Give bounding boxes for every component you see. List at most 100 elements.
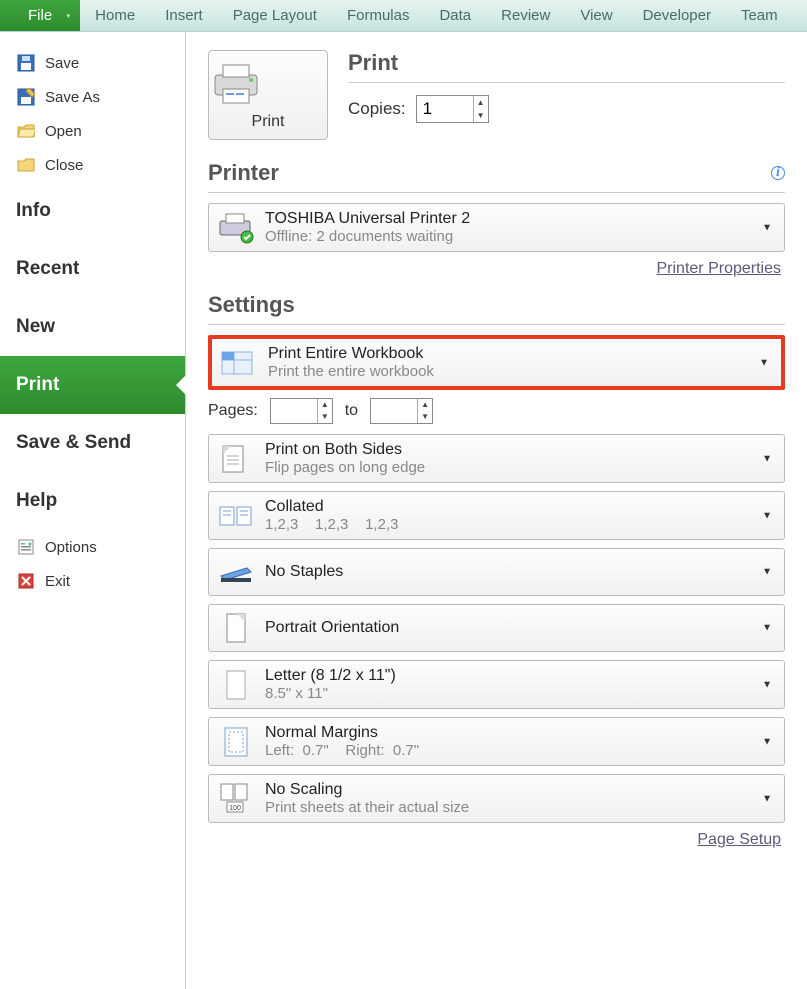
sidebar-print[interactable]: Print <box>0 356 185 414</box>
chevron-down-icon: ▼ <box>762 222 772 233</box>
save-as-icon <box>16 87 36 107</box>
pages-from-spinner[interactable]: ▲▼ <box>270 398 333 424</box>
print-header-row: Print Print Copies: ▲ ▼ <box>208 50 785 140</box>
page-setup-link[interactable]: Page Setup <box>697 831 781 848</box>
chevron-down-icon: ▼ <box>759 357 769 368</box>
sidebar-label: Close <box>45 157 83 174</box>
pages-to-input[interactable] <box>371 399 417 421</box>
printer-icon <box>209 61 327 107</box>
stapler-icon <box>217 555 255 589</box>
collate-sub: 1,2,3 1,2,3 1,2,3 <box>265 516 398 533</box>
print-button[interactable]: Print <box>208 50 328 140</box>
folder-open-icon <box>16 121 36 141</box>
tab-home[interactable]: Home <box>80 0 150 31</box>
content-pane: Print Print Copies: ▲ ▼ Printer <box>186 32 807 989</box>
duplex-icon <box>217 442 255 476</box>
settings-sides-dropdown[interactable]: Print on Both Sides Flip pages on long e… <box>208 434 785 483</box>
paper-size-icon <box>217 668 255 702</box>
sidebar-label: Open <box>45 123 82 140</box>
printer-heading: Printer i <box>208 160 785 193</box>
printer-device-icon <box>217 211 255 245</box>
tab-data[interactable]: Data <box>424 0 486 31</box>
sidebar-label: Save As <box>45 89 100 106</box>
sidebar-help[interactable]: Help <box>0 472 185 530</box>
workbook-icon <box>220 346 258 380</box>
sidebar-options[interactable]: Options <box>0 530 185 564</box>
tab-formulas[interactable]: Formulas <box>332 0 425 31</box>
printer-name: TOSHIBA Universal Printer 2 <box>265 210 470 228</box>
tab-view[interactable]: View <box>565 0 627 31</box>
print-button-label: Print <box>209 113 327 131</box>
tab-insert[interactable]: Insert <box>150 0 218 31</box>
ribbon: File Home Insert Page Layout Formulas Da… <box>0 0 807 32</box>
save-icon <box>16 53 36 73</box>
collate-title: Collated <box>265 498 398 516</box>
settings-print-what-dropdown[interactable]: Print Entire Workbook Print the entire w… <box>208 335 785 390</box>
pages-to-label: to <box>345 402 358 420</box>
printer-status: Offline: 2 documents waiting <box>265 228 470 245</box>
printer-properties-link[interactable]: Printer Properties <box>657 260 782 277</box>
staples-title: No Staples <box>265 563 343 581</box>
svg-text:100: 100 <box>229 805 241 812</box>
settings-orientation-dropdown[interactable]: Portrait Orientation ▼ <box>208 604 785 652</box>
spinner-down-icon[interactable]: ▼ <box>318 411 332 423</box>
tab-team[interactable]: Team <box>726 0 793 31</box>
print-what-title: Print Entire Workbook <box>268 345 434 363</box>
spinner-up-icon[interactable]: ▲ <box>318 399 332 411</box>
pages-from-input[interactable] <box>271 399 317 421</box>
sidebar-save[interactable]: Save <box>0 46 185 80</box>
sidebar-close[interactable]: Close <box>0 148 185 182</box>
file-tab[interactable]: File <box>0 0 80 31</box>
info-icon[interactable]: i <box>771 166 785 180</box>
sidebar-save-send[interactable]: Save & Send <box>0 414 185 472</box>
copies-input[interactable] <box>417 96 473 122</box>
spinner-up-icon[interactable]: ▲ <box>474 96 488 109</box>
scaling-title: No Scaling <box>265 781 469 799</box>
pages-row: Pages: ▲▼ to ▲▼ <box>208 398 785 424</box>
pages-label: Pages: <box>208 402 258 420</box>
spinner-down-icon[interactable]: ▼ <box>474 109 488 122</box>
sidebar-label: Exit <box>45 573 70 590</box>
scaling-sub: Print sheets at their actual size <box>265 799 469 816</box>
orientation-title: Portrait Orientation <box>265 619 399 637</box>
settings-scaling-dropdown[interactable]: 100 No Scaling Print sheets at their act… <box>208 774 785 823</box>
spinner-up-icon[interactable]: ▲ <box>418 399 432 411</box>
exit-icon <box>16 571 36 591</box>
settings-staples-dropdown[interactable]: No Staples ▼ <box>208 548 785 596</box>
chevron-down-icon: ▼ <box>762 510 772 521</box>
sidebar-label: Save <box>45 55 79 72</box>
spinner-down-icon[interactable]: ▼ <box>418 411 432 423</box>
settings-margins-dropdown[interactable]: Normal Margins Left: 0.7" Right: 0.7" ▼ <box>208 717 785 766</box>
chevron-down-icon: ▼ <box>762 793 772 804</box>
sidebar-info[interactable]: Info <box>0 182 185 240</box>
sides-sub: Flip pages on long edge <box>265 459 425 476</box>
chevron-down-icon: ▼ <box>762 567 772 578</box>
chevron-down-icon: ▼ <box>762 736 772 747</box>
sidebar-save-as[interactable]: Save As <box>0 80 185 114</box>
print-what-sub: Print the entire workbook <box>268 363 434 380</box>
file-tab-label: File <box>28 7 52 24</box>
sidebar-open[interactable]: Open <box>0 114 185 148</box>
settings-heading: Settings <box>208 292 785 325</box>
margins-icon <box>217 725 255 759</box>
tab-developer[interactable]: Developer <box>628 0 726 31</box>
tab-review[interactable]: Review <box>486 0 565 31</box>
settings-collate-dropdown[interactable]: Collated 1,2,3 1,2,3 1,2,3 ▼ <box>208 491 785 540</box>
copies-label: Copies: <box>348 99 406 119</box>
margins-sub: Left: 0.7" Right: 0.7" <box>265 742 419 759</box>
sidebar-recent[interactable]: Recent <box>0 240 185 298</box>
portrait-icon <box>217 611 255 645</box>
printer-dropdown[interactable]: TOSHIBA Universal Printer 2 Offline: 2 d… <box>208 203 785 252</box>
scaling-icon: 100 <box>217 782 255 816</box>
settings-paper-dropdown[interactable]: Letter (8 1/2 x 11") 8.5" x 11" ▼ <box>208 660 785 709</box>
copies-spinner[interactable]: ▲ ▼ <box>416 95 489 123</box>
paper-title: Letter (8 1/2 x 11") <box>265 667 396 685</box>
pages-to-spinner[interactable]: ▲▼ <box>370 398 433 424</box>
chevron-down-icon: ▼ <box>762 679 772 690</box>
sidebar-new[interactable]: New <box>0 298 185 356</box>
sidebar-exit[interactable]: Exit <box>0 564 185 598</box>
chevron-down-icon: ▼ <box>762 623 772 634</box>
chevron-down-icon: ▼ <box>762 453 772 464</box>
sides-title: Print on Both Sides <box>265 441 425 459</box>
tab-page-layout[interactable]: Page Layout <box>218 0 332 31</box>
